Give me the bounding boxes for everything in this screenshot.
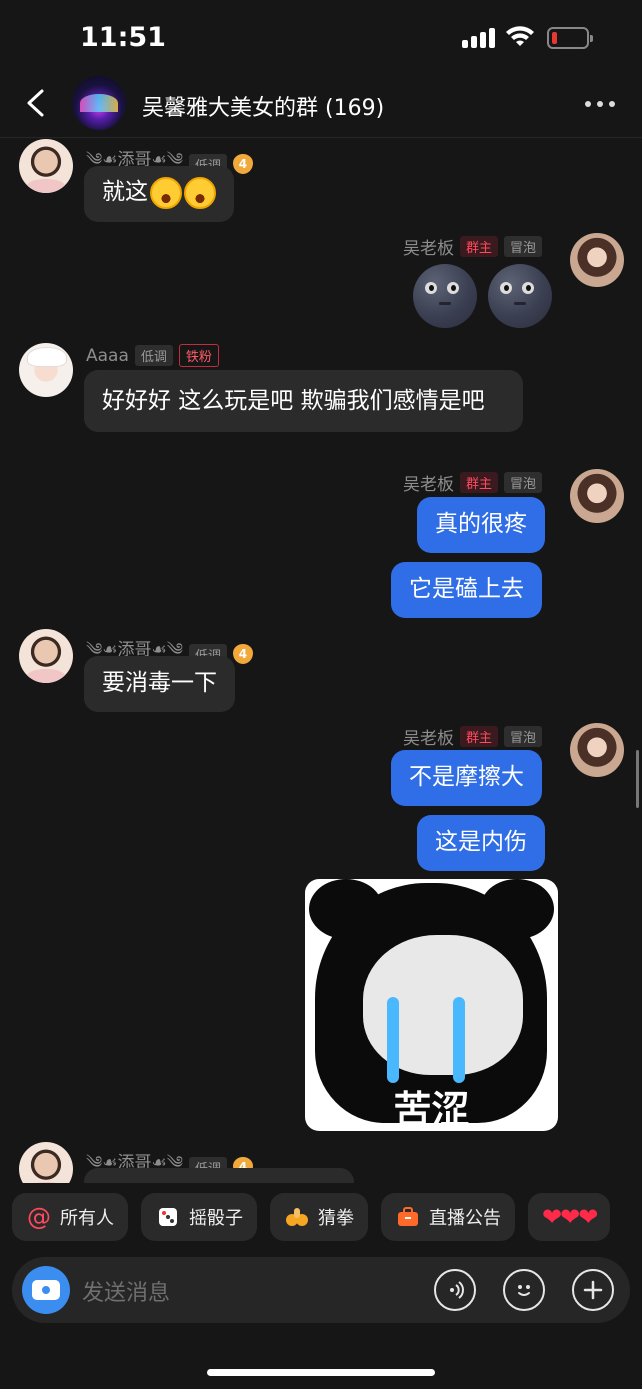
sender-name[interactable]: 吴老板 [403, 724, 454, 749]
message-bubble[interactable]: 真的很疼 [417, 497, 545, 553]
moon-face-emoji-icon[interactable] [488, 264, 552, 328]
avatar[interactable] [570, 723, 624, 777]
quick-actions: @ 所有人 摇骰子 猜拳 直播公告 ❤❤❤ [12, 1193, 611, 1241]
message-text: 不是摩擦大 [409, 764, 524, 790]
tear-icon [387, 997, 399, 1083]
avatar[interactable] [19, 343, 73, 397]
tag-bubble: 冒泡 [504, 726, 543, 747]
avatar[interactable] [19, 1142, 73, 1183]
more-dots-icon[interactable] [585, 101, 615, 107]
tag-owner: 群主 [460, 236, 499, 257]
moon-face-emoji-icon[interactable] [413, 264, 477, 328]
avatar[interactable] [19, 139, 73, 193]
message-text: 真的很疼 [435, 511, 527, 537]
message-text: 它是磕上去 [409, 576, 524, 602]
mention-all-button[interactable]: @ 所有人 [12, 1193, 128, 1241]
message-bubble[interactable]: 不是摩擦大 [391, 750, 542, 806]
hearts-icon: ❤❤❤ [542, 1203, 598, 1231]
message-bubble[interactable]: 就这 [84, 166, 234, 222]
message-text: 这是内伤 [435, 829, 527, 855]
message-input-bar: 发送消息 [12, 1257, 630, 1323]
message-bubble[interactable]: 要消毒一下 [84, 656, 235, 712]
level-badge: 4 [232, 644, 253, 664]
message-text: 要消毒一下 [102, 670, 217, 696]
voice-icon[interactable] [434, 1269, 476, 1311]
sender-name[interactable]: Aaaa [86, 346, 129, 366]
avatar[interactable] [19, 629, 73, 683]
sticker-caption: 苦涩 [393, 1088, 470, 1131]
tag-owner: 群主 [460, 726, 499, 747]
plus-icon[interactable] [572, 1269, 614, 1311]
hearts-button[interactable]: ❤❤❤ [528, 1193, 611, 1241]
home-indicator[interactable] [207, 1369, 435, 1376]
sender-meta: 吴老板 群主 冒泡 [403, 470, 543, 495]
tag-low: 低调 [134, 345, 173, 366]
live-notice-button[interactable]: 直播公告 [381, 1193, 515, 1241]
dice-icon [155, 1204, 181, 1230]
group-title[interactable]: 吴馨雅大美女的群 (169) [142, 90, 384, 122]
dice-button[interactable]: 摇骰子 [141, 1193, 257, 1241]
scrollbar[interactable] [636, 750, 639, 808]
message-bubble[interactable]: 这是内伤 [417, 815, 545, 871]
message-bubble[interactable] [84, 1168, 354, 1183]
tag-bubble: 冒泡 [504, 472, 543, 493]
sender-meta: 吴老板 群主 冒泡 [403, 234, 543, 259]
chip-label: 猜拳 [318, 1208, 354, 1229]
tag-fan: 铁粉 [178, 344, 219, 367]
tag-owner: 群主 [460, 472, 499, 493]
camera-icon[interactable] [22, 1266, 70, 1314]
emoji-icon[interactable] [503, 1269, 545, 1311]
tag-bubble: 冒泡 [504, 236, 543, 257]
sender-meta: 吴老板 群主 冒泡 [403, 724, 543, 749]
chip-label: 所有人 [60, 1208, 114, 1229]
avatar[interactable] [570, 233, 624, 287]
wifi-icon [505, 26, 535, 52]
battery-icon [547, 27, 593, 49]
status-bar: 11:51 [0, 0, 642, 70]
chat-header: 吴馨雅大美女的群 (169) [0, 70, 642, 138]
avatar[interactable] [570, 469, 624, 523]
message-text: 好好好 这么玩是吧 欺骗我们感情是吧 [102, 388, 485, 414]
level-badge: 4 [232, 154, 253, 174]
chevron-left-icon[interactable] [22, 88, 48, 122]
sender-name[interactable]: 吴老板 [403, 470, 454, 495]
message-input[interactable]: 发送消息 [82, 1275, 170, 1307]
sticker-image[interactable]: 苦涩 [305, 879, 558, 1131]
chip-label: 摇骰子 [189, 1208, 243, 1229]
fist-icon [284, 1204, 310, 1230]
status-time: 11:51 [80, 22, 166, 53]
laugh-cry-emoji-icon [184, 176, 216, 209]
sender-name[interactable]: 吴老板 [403, 234, 454, 259]
tear-icon [453, 997, 465, 1083]
chip-label: 直播公告 [429, 1208, 501, 1229]
rock-paper-scissors-button[interactable]: 猜拳 [270, 1193, 368, 1241]
signal-icon [462, 28, 496, 48]
message-bubble[interactable]: 好好好 这么玩是吧 欺骗我们感情是吧 [84, 370, 523, 432]
briefcase-icon [395, 1204, 421, 1230]
message-list[interactable]: ༄☙添哥☙༄ 低调 4 就这 吴老板 群主 冒泡 Aaaa 低调 铁粉 好好好 … [0, 138, 642, 1183]
message-bubble[interactable]: 它是磕上去 [391, 562, 542, 618]
laugh-cry-emoji-icon [150, 176, 182, 209]
at-icon: @ [27, 1203, 51, 1231]
message-text: 就这 [102, 179, 148, 205]
group-avatar[interactable] [72, 76, 126, 130]
sender-meta: Aaaa 低调 铁粉 [86, 344, 219, 367]
